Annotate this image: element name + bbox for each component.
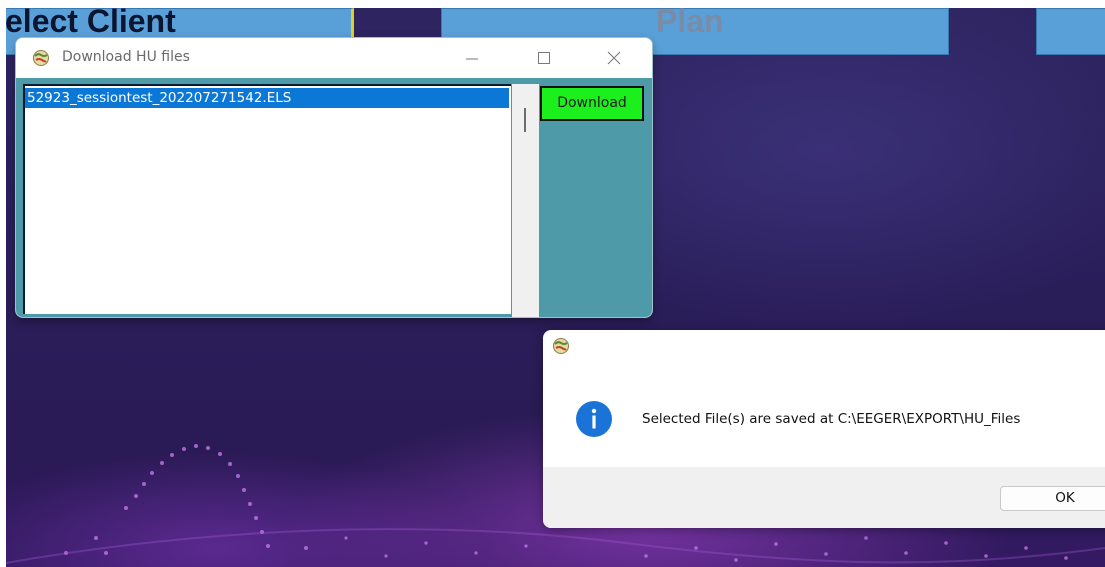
file-list[interactable]: 52923_sessiontest_202207271542.ELS bbox=[23, 84, 511, 314]
dialog-footer: OK bbox=[543, 467, 1105, 528]
scrollbar-thumb[interactable] bbox=[524, 108, 526, 132]
minimize-button[interactable] bbox=[452, 44, 492, 72]
window-title: Download HU files bbox=[62, 49, 190, 65]
file-list-scrollbar[interactable] bbox=[512, 84, 539, 317]
download-hu-files-window: Download HU files 52923_sessiontest_2022… bbox=[16, 38, 652, 317]
window-titlebar[interactable]: Download HU files bbox=[16, 38, 652, 78]
window-client-area: 52923_sessiontest_202207271542.ELS Downl… bbox=[16, 78, 652, 317]
message-dialog: Selected File(s) are saved at C:\EEGER\E… bbox=[543, 330, 1105, 528]
select-client-label: elect Client bbox=[6, 8, 176, 39]
message-text: Selected File(s) are saved at C:\EEGER\E… bbox=[642, 411, 1021, 427]
maximize-button[interactable] bbox=[524, 44, 564, 72]
download-button[interactable]: Download bbox=[540, 86, 644, 121]
minimize-icon bbox=[466, 58, 478, 60]
app-background: elect Client Plan Download HU files 5292… bbox=[6, 8, 1105, 567]
plan-label: Plan bbox=[656, 8, 724, 39]
ok-button[interactable]: OK bbox=[1000, 486, 1105, 511]
app-globe-icon bbox=[553, 338, 569, 354]
maximize-icon bbox=[538, 52, 550, 64]
info-icon bbox=[576, 401, 612, 437]
nav-button-right[interactable] bbox=[1036, 8, 1105, 55]
app-globe-icon bbox=[33, 50, 49, 66]
close-icon bbox=[607, 51, 621, 65]
close-button[interactable] bbox=[594, 44, 634, 72]
list-item[interactable]: 52923_sessiontest_202207271542.ELS bbox=[25, 88, 509, 108]
